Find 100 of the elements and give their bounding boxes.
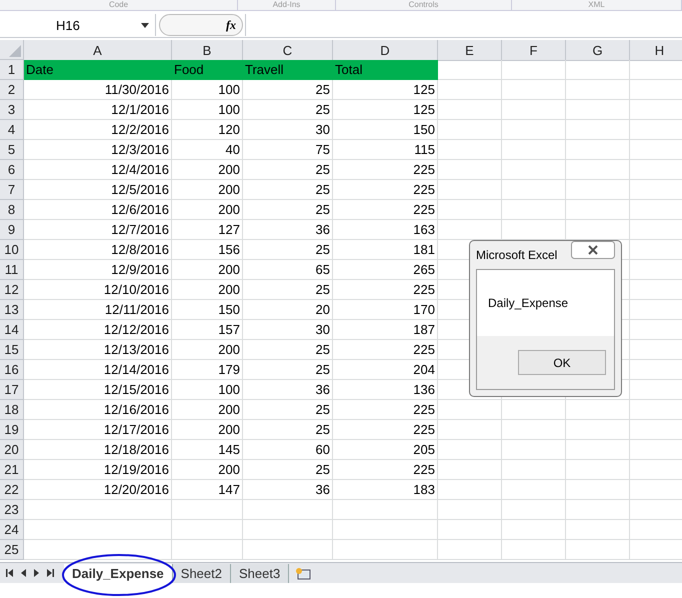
row-header[interactable]: 14	[0, 320, 24, 340]
sheet-tab[interactable]: Sheet3	[230, 564, 290, 582]
empty-cell[interactable]	[438, 180, 502, 200]
empty-cell[interactable]	[438, 200, 502, 220]
empty-cell[interactable]	[566, 500, 630, 520]
row-header[interactable]: 17	[0, 380, 24, 400]
empty-cell[interactable]	[333, 520, 438, 540]
row-header[interactable]: 19	[0, 420, 24, 440]
empty-cell[interactable]	[243, 520, 333, 540]
empty-cell[interactable]	[502, 160, 566, 180]
row-header[interactable]: 15	[0, 340, 24, 360]
empty-cell[interactable]	[502, 140, 566, 160]
row-header[interactable]: 13	[0, 300, 24, 320]
empty-cell[interactable]	[438, 100, 502, 120]
empty-cell[interactable]	[243, 500, 333, 520]
empty-cell[interactable]	[566, 400, 630, 420]
empty-cell[interactable]	[566, 100, 630, 120]
column-header[interactable]: A	[24, 40, 172, 61]
column-header[interactable]: G	[566, 40, 630, 61]
empty-cell[interactable]	[438, 160, 502, 180]
next-sheet-icon[interactable]	[34, 569, 39, 577]
empty-cell[interactable]	[438, 460, 502, 480]
row-header[interactable]: 11	[0, 260, 24, 280]
empty-cell[interactable]	[438, 480, 502, 500]
empty-cell[interactable]	[502, 60, 566, 80]
sheet-tab[interactable]: Sheet2	[172, 564, 231, 582]
empty-cell[interactable]	[566, 420, 630, 440]
empty-cell[interactable]	[566, 140, 630, 160]
column-header[interactable]: C	[243, 40, 333, 61]
empty-cell[interactable]	[438, 120, 502, 140]
empty-cell[interactable]	[566, 120, 630, 140]
empty-cell[interactable]	[438, 520, 502, 540]
empty-cell[interactable]	[438, 140, 502, 160]
empty-cell[interactable]	[333, 540, 438, 560]
empty-cell[interactable]	[502, 540, 566, 560]
row-header[interactable]: 7	[0, 180, 24, 200]
row-header[interactable]: 20	[0, 440, 24, 460]
name-box[interactable]: H16	[0, 14, 156, 36]
column-header[interactable]: F	[502, 40, 566, 61]
last-sheet-icon[interactable]	[47, 569, 54, 577]
empty-cell[interactable]	[502, 200, 566, 220]
empty-cell[interactable]	[438, 420, 502, 440]
row-header[interactable]: 12	[0, 280, 24, 300]
empty-cell[interactable]	[172, 500, 243, 520]
empty-cell[interactable]	[566, 60, 630, 80]
row-header[interactable]: 3	[0, 100, 24, 120]
empty-cell[interactable]	[333, 500, 438, 520]
row-header[interactable]: 24	[0, 520, 24, 540]
empty-cell[interactable]	[502, 520, 566, 540]
row-header[interactable]: 18	[0, 400, 24, 420]
column-header[interactable]: B	[172, 40, 243, 61]
row-header[interactable]: 21	[0, 460, 24, 480]
empty-cell[interactable]	[566, 200, 630, 220]
empty-cell[interactable]	[502, 500, 566, 520]
empty-cell[interactable]	[438, 400, 502, 420]
empty-cell[interactable]	[566, 460, 630, 480]
empty-cell[interactable]	[566, 160, 630, 180]
row-header[interactable]: 8	[0, 200, 24, 220]
empty-cell[interactable]	[502, 180, 566, 200]
row-header[interactable]: 6	[0, 160, 24, 180]
empty-cell[interactable]	[502, 420, 566, 440]
row-header[interactable]: 22	[0, 480, 24, 500]
new-sheet-icon[interactable]	[295, 566, 312, 580]
column-header[interactable]: H	[630, 40, 682, 61]
row-header[interactable]: 23	[0, 500, 24, 520]
row-header[interactable]: 5	[0, 140, 24, 160]
empty-cell[interactable]	[438, 440, 502, 460]
empty-cell[interactable]	[566, 540, 630, 560]
sheet-tab[interactable]: Daily_Expense	[64, 564, 173, 582]
empty-cell[interactable]	[243, 540, 333, 560]
select-all-icon[interactable]	[9, 45, 21, 57]
column-header[interactable]: D	[333, 40, 438, 61]
empty-cell[interactable]	[502, 120, 566, 140]
empty-cell[interactable]	[502, 100, 566, 120]
empty-cell[interactable]	[172, 540, 243, 560]
row-header[interactable]: 16	[0, 360, 24, 380]
row-header[interactable]: 1	[0, 60, 24, 80]
row-header[interactable]: 4	[0, 120, 24, 140]
empty-cell[interactable]	[502, 80, 566, 100]
column-header[interactable]: E	[438, 40, 502, 61]
empty-cell[interactable]	[502, 440, 566, 460]
ok-button[interactable]: OK	[518, 350, 606, 375]
first-sheet-icon[interactable]	[6, 569, 13, 577]
empty-cell[interactable]	[566, 480, 630, 500]
empty-cell[interactable]	[566, 180, 630, 200]
empty-cell[interactable]	[566, 520, 630, 540]
empty-cell[interactable]	[172, 520, 243, 540]
empty-cell[interactable]	[438, 500, 502, 520]
function-button[interactable]: fx	[226, 18, 236, 32]
previous-sheet-icon[interactable]	[21, 569, 26, 577]
row-header[interactable]: 2	[0, 80, 24, 100]
empty-cell[interactable]	[438, 80, 502, 100]
empty-cell[interactable]	[566, 440, 630, 460]
row-header[interactable]: 10	[0, 240, 24, 260]
empty-cell[interactable]	[502, 400, 566, 420]
close-icon[interactable]	[571, 241, 615, 259]
empty-cell[interactable]	[438, 540, 502, 560]
row-header[interactable]: 9	[0, 220, 24, 240]
row-header[interactable]: 25	[0, 540, 24, 560]
empty-cell[interactable]	[502, 480, 566, 500]
